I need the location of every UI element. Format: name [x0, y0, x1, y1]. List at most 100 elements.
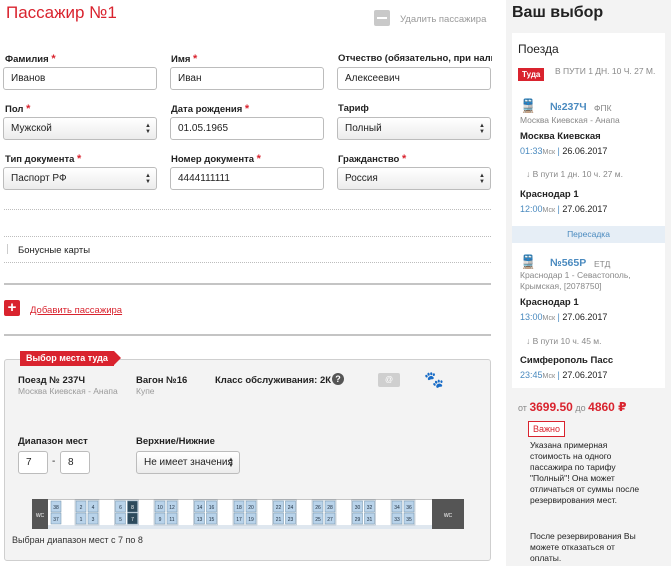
- seat-number: 10: [157, 505, 163, 511]
- middle-name-label: Отчество (обязательно, при наличии): [338, 53, 492, 64]
- train-label: Поезд № 237Ч: [18, 375, 86, 386]
- direction-badge: Туда: [518, 68, 545, 81]
- seat-number: 14: [197, 505, 203, 511]
- passenger-title: Пассажир №1: [6, 3, 117, 22]
- select-arrows-icon: ▲ ▼: [228, 457, 234, 469]
- direction-row: Туда: [518, 64, 545, 82]
- train-icon: 🚆: [520, 98, 537, 113]
- corridor: [48, 525, 432, 529]
- seat-number: 37: [53, 517, 59, 523]
- tariff-select[interactable]: Полный ▲ ▼: [337, 117, 491, 140]
- service-icon: @: [378, 373, 400, 387]
- seat-number: 22: [276, 505, 282, 511]
- segment-2-departure: 13:00Мск | 27.06.2017: [520, 312, 608, 322]
- segment-1-to: Краснодар 1: [520, 189, 579, 200]
- trains-label: Поезда: [518, 42, 559, 56]
- seat-number: 35: [406, 517, 412, 523]
- refund-note: После резервирования Вы можете отказатьс…: [530, 531, 636, 563]
- wc-label: WC: [36, 513, 45, 519]
- segment-1-number[interactable]: №237Ч: [550, 101, 587, 113]
- selected-range-text: Выбран диапазон мест с 7 по 8: [12, 535, 143, 545]
- service-class: Класс обслуживания: 2К: [215, 375, 332, 386]
- transfer-label: Пересадка: [512, 226, 665, 243]
- range-label: Диапазон мест: [18, 436, 88, 447]
- segment-2-to: Симферополь Пасс: [520, 355, 614, 366]
- citizenship-select[interactable]: Россия ▲ ▼: [337, 167, 491, 190]
- range-from-input[interactable]: 7: [18, 451, 48, 474]
- seat-number: 17: [236, 517, 242, 523]
- select-arrows-icon: ▲ ▼: [145, 123, 151, 135]
- doc-type-select[interactable]: Паспорт РФ ▲ ▼: [3, 167, 157, 190]
- segment-1-duration: ↓ В пути 1 дн. 10 ч. 27 м.: [526, 169, 623, 179]
- middle-name-input[interactable]: Алексеевич: [337, 67, 491, 90]
- seat-number: 29: [355, 517, 361, 523]
- seat-number: 5: [119, 517, 122, 523]
- berth-label: Верхние/Нижние: [136, 436, 215, 447]
- segment-2-number[interactable]: №565Р: [550, 257, 586, 269]
- seat-number: 36: [406, 505, 412, 511]
- divider: [4, 283, 491, 285]
- range-dash: -: [52, 456, 56, 467]
- car-label: Вагон №16: [136, 375, 188, 386]
- car-seat-map: WC WC38372 41 36 85 710 129 1114 1613 1518 2017 192…: [32, 499, 464, 529]
- segment-2-route: Краснодар 1 - Севастополь, Крымская, [20…: [520, 270, 631, 291]
- seat-number: 1: [80, 517, 83, 523]
- price-range: от 3699.50 до 4860 ₽: [518, 400, 627, 414]
- doc-type-label: Тип документа *: [5, 153, 82, 165]
- citizenship-label: Гражданство *: [338, 153, 407, 165]
- train-icon: 🚆: [520, 254, 537, 269]
- segment-2-from: Краснодар 1: [520, 297, 579, 308]
- divider: [4, 334, 491, 336]
- seat-number: 15: [209, 517, 215, 523]
- last-name-input[interactable]: Иванов: [3, 67, 157, 90]
- info-icon[interactable]: ?: [332, 373, 344, 385]
- plus-icon[interactable]: +: [4, 300, 20, 316]
- seat-number: 23: [288, 517, 294, 523]
- birth-date-input[interactable]: 01.05.1965: [170, 117, 324, 140]
- doc-number-input[interactable]: 4444111111: [170, 167, 324, 190]
- seat-number: 7: [131, 517, 134, 523]
- segment-1-carrier: ФПК: [594, 103, 612, 113]
- travel-time: В ПУТИ 1 ДН. 10 Ч. 27 М.: [555, 66, 656, 76]
- seat-number: 4: [92, 505, 95, 511]
- delete-passenger-icon[interactable]: [374, 10, 390, 26]
- passenger-form: Пассажир №1 Удалить пассажира Фамилия * …: [0, 0, 496, 566]
- divider: [4, 209, 491, 210]
- seat-number: 3: [92, 517, 95, 523]
- segment-2-arrival: 23:45Мск | 27.06.2017: [520, 370, 608, 380]
- range-to-input[interactable]: 8: [60, 451, 90, 474]
- add-passenger-link[interactable]: Добавить пассажира: [30, 305, 122, 316]
- seat-number: 24: [288, 505, 294, 511]
- seat-number: 21: [276, 517, 282, 523]
- delete-passenger-button[interactable]: Удалить пассажира: [400, 14, 486, 25]
- segment-1-arrival: 12:00Мск | 27.06.2017: [520, 204, 608, 214]
- seat-number: 13: [197, 517, 203, 523]
- doc-number-label: Номер документа *: [171, 153, 261, 165]
- car-type: Купе: [136, 386, 155, 396]
- gender-select[interactable]: Мужской ▲ ▼: [3, 117, 157, 140]
- seat-number: 33: [394, 517, 400, 523]
- bonus-cards-checkbox[interactable]: [7, 244, 15, 254]
- seat-number: 32: [367, 505, 373, 511]
- seat-number: 26: [315, 505, 321, 511]
- segment-2-carrier: ЕТД: [594, 259, 611, 269]
- segment-1-from: Москва Киевская: [520, 131, 601, 142]
- first-name-input[interactable]: Иван: [170, 67, 324, 90]
- seat-number: 27: [327, 517, 333, 523]
- seat-number: 2: [80, 505, 83, 511]
- seat-number: 20: [248, 505, 254, 511]
- select-arrows-icon: ▲ ▼: [145, 173, 151, 185]
- pets-paw-icon: 🐾: [424, 372, 444, 389]
- train-route: Москва Киевская - Анапа: [18, 386, 118, 396]
- seat-number: 12: [169, 505, 175, 511]
- seat-number: 30: [355, 505, 361, 511]
- seat-number: 34: [394, 505, 400, 511]
- wc-label: WC: [444, 513, 453, 519]
- berth-select[interactable]: Не имеет значения ▲ ▼: [136, 451, 240, 474]
- summary-sidebar: Ваш выбор Поезда Туда В ПУТИ 1 ДН. 10 Ч.…: [506, 0, 671, 566]
- seat-number: 19: [248, 517, 254, 523]
- seat-number: 18: [236, 505, 242, 511]
- seat-number: 38: [53, 505, 59, 511]
- segment-2-duration: ↓ В пути 10 ч. 45 м.: [526, 336, 602, 346]
- seat-selection-tag: Выбор места туда: [20, 351, 121, 366]
